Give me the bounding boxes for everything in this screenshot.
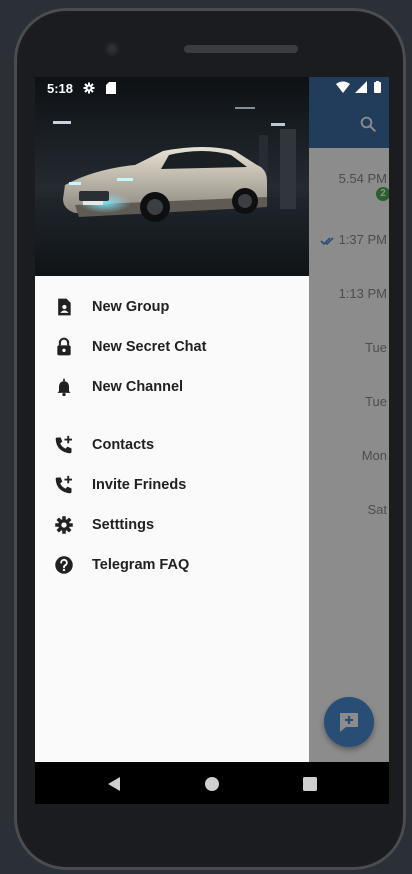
gear-icon [53, 514, 75, 536]
menu-item-label: Contacts [92, 437, 155, 453]
signal-icon [355, 81, 368, 93]
menu-item-new-group[interactable]: New Group [35, 287, 309, 327]
menu-item-label: New Secret Chat [92, 339, 207, 355]
menu-item-settings[interactable]: Setttings [35, 505, 309, 545]
settings-icon [83, 82, 95, 94]
menu-item-label: Invite Frineds [92, 477, 187, 493]
back-icon[interactable] [105, 775, 123, 793]
phone-add-icon [53, 434, 75, 456]
menu-item-new-channel[interactable]: New Channel [35, 367, 309, 407]
system-nav-bar [35, 762, 389, 804]
menu-item-label: Setttings [92, 517, 155, 533]
wifi-icon [335, 81, 350, 93]
lock-icon [53, 336, 75, 358]
drawer-header-image [35, 77, 309, 276]
menu-item-label: New Group [92, 299, 170, 315]
battery-icon [374, 81, 381, 93]
home-icon[interactable] [203, 775, 221, 793]
menu-item-telegram-faq[interactable]: Telegram FAQ [35, 545, 309, 585]
navigation-drawer: New Group New Secret Chat New Channel Co… [35, 77, 309, 762]
menu-item-label: Telegram FAQ [92, 557, 190, 573]
recents-icon[interactable] [301, 775, 319, 793]
earpiece-speaker [184, 45, 298, 53]
car-photo [35, 77, 309, 276]
bell-icon [53, 376, 75, 398]
help-icon [53, 554, 75, 576]
menu-item-invite-friends[interactable]: Invite Frineds [35, 465, 309, 505]
menu-item-label: New Channel [92, 379, 184, 395]
menu-item-new-secret-chat[interactable]: New Secret Chat [35, 327, 309, 367]
sd-card-icon [105, 82, 116, 94]
group-icon [53, 296, 75, 318]
phone-add-icon [53, 474, 75, 496]
front-camera [105, 42, 119, 56]
screen: 5.54 PM 2 1:37 PM 1:13 PM Tue Tue Mon Sa… [35, 77, 389, 762]
status-time: 5:18 [47, 81, 74, 96]
menu-item-contacts[interactable]: Contacts [35, 425, 309, 465]
status-bar: 5:18 [35, 77, 389, 99]
